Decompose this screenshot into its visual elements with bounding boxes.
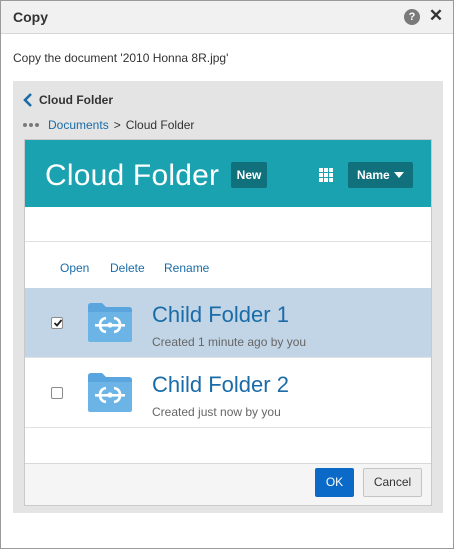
dialog-message: Copy the document '2010 Honna 8R.jpg' — [13, 51, 229, 65]
breadcrumb-separator: > — [113, 118, 121, 132]
picker-header: Cloud Folder New Name — [25, 140, 431, 207]
list-item[interactable]: Child Folder 2 Created just now by you — [25, 358, 431, 428]
folder-picker: Cloud Folder New Name Open Delete Rename — [24, 139, 432, 506]
help-icon[interactable]: ? — [404, 9, 420, 25]
dialog-title: Copy — [13, 9, 48, 25]
shared-folder-icon — [88, 303, 132, 342]
more-ellipsis-icon[interactable] — [23, 123, 39, 127]
close-icon[interactable]: ✕ — [428, 7, 444, 25]
folder-name[interactable]: Child Folder 2 — [152, 372, 289, 398]
checkmark-icon — [53, 319, 63, 327]
breadcrumb-documents-link[interactable]: Documents — [48, 118, 109, 132]
sort-dropdown-label: Name — [357, 168, 390, 182]
row-checkbox[interactable] — [51, 387, 63, 399]
action-toolbar: Open Delete Rename — [25, 242, 431, 288]
open-action[interactable]: Open — [60, 261, 89, 275]
breadcrumb-current: Cloud Folder — [125, 118, 195, 132]
rename-action[interactable]: Rename — [164, 261, 209, 275]
chevron-left-icon — [23, 93, 32, 107]
sort-dropdown[interactable]: Name — [348, 162, 413, 188]
dialog-titlebar: Copy ? ✕ — [1, 1, 453, 34]
dialog-footer: OK Cancel — [25, 463, 431, 505]
folder-name[interactable]: Child Folder 1 — [152, 302, 289, 328]
back-link[interactable]: Cloud Folder — [23, 92, 113, 108]
shared-folder-icon — [88, 373, 132, 412]
breadcrumb: Documents > Cloud Folder — [23, 118, 194, 132]
row-checkbox[interactable] — [51, 317, 63, 329]
folder-title: Cloud Folder — [45, 159, 220, 192]
new-folder-button[interactable]: New — [231, 162, 267, 188]
cancel-button[interactable]: Cancel — [363, 468, 422, 497]
folder-meta: Created 1 minute ago by you — [152, 335, 307, 349]
delete-action[interactable]: Delete — [110, 261, 145, 275]
caret-down-icon — [394, 172, 404, 178]
grid-view-icon[interactable] — [319, 168, 333, 182]
list-item[interactable]: Child Folder 1 Created 1 minute ago by y… — [25, 288, 431, 358]
folder-meta: Created just now by you — [152, 405, 281, 419]
back-link-label: Cloud Folder — [39, 93, 113, 107]
ok-button[interactable]: OK — [315, 468, 354, 497]
filter-band — [25, 207, 431, 242]
copy-dialog: Copy ? ✕ Copy the document '2010 Honna 8… — [0, 0, 454, 549]
